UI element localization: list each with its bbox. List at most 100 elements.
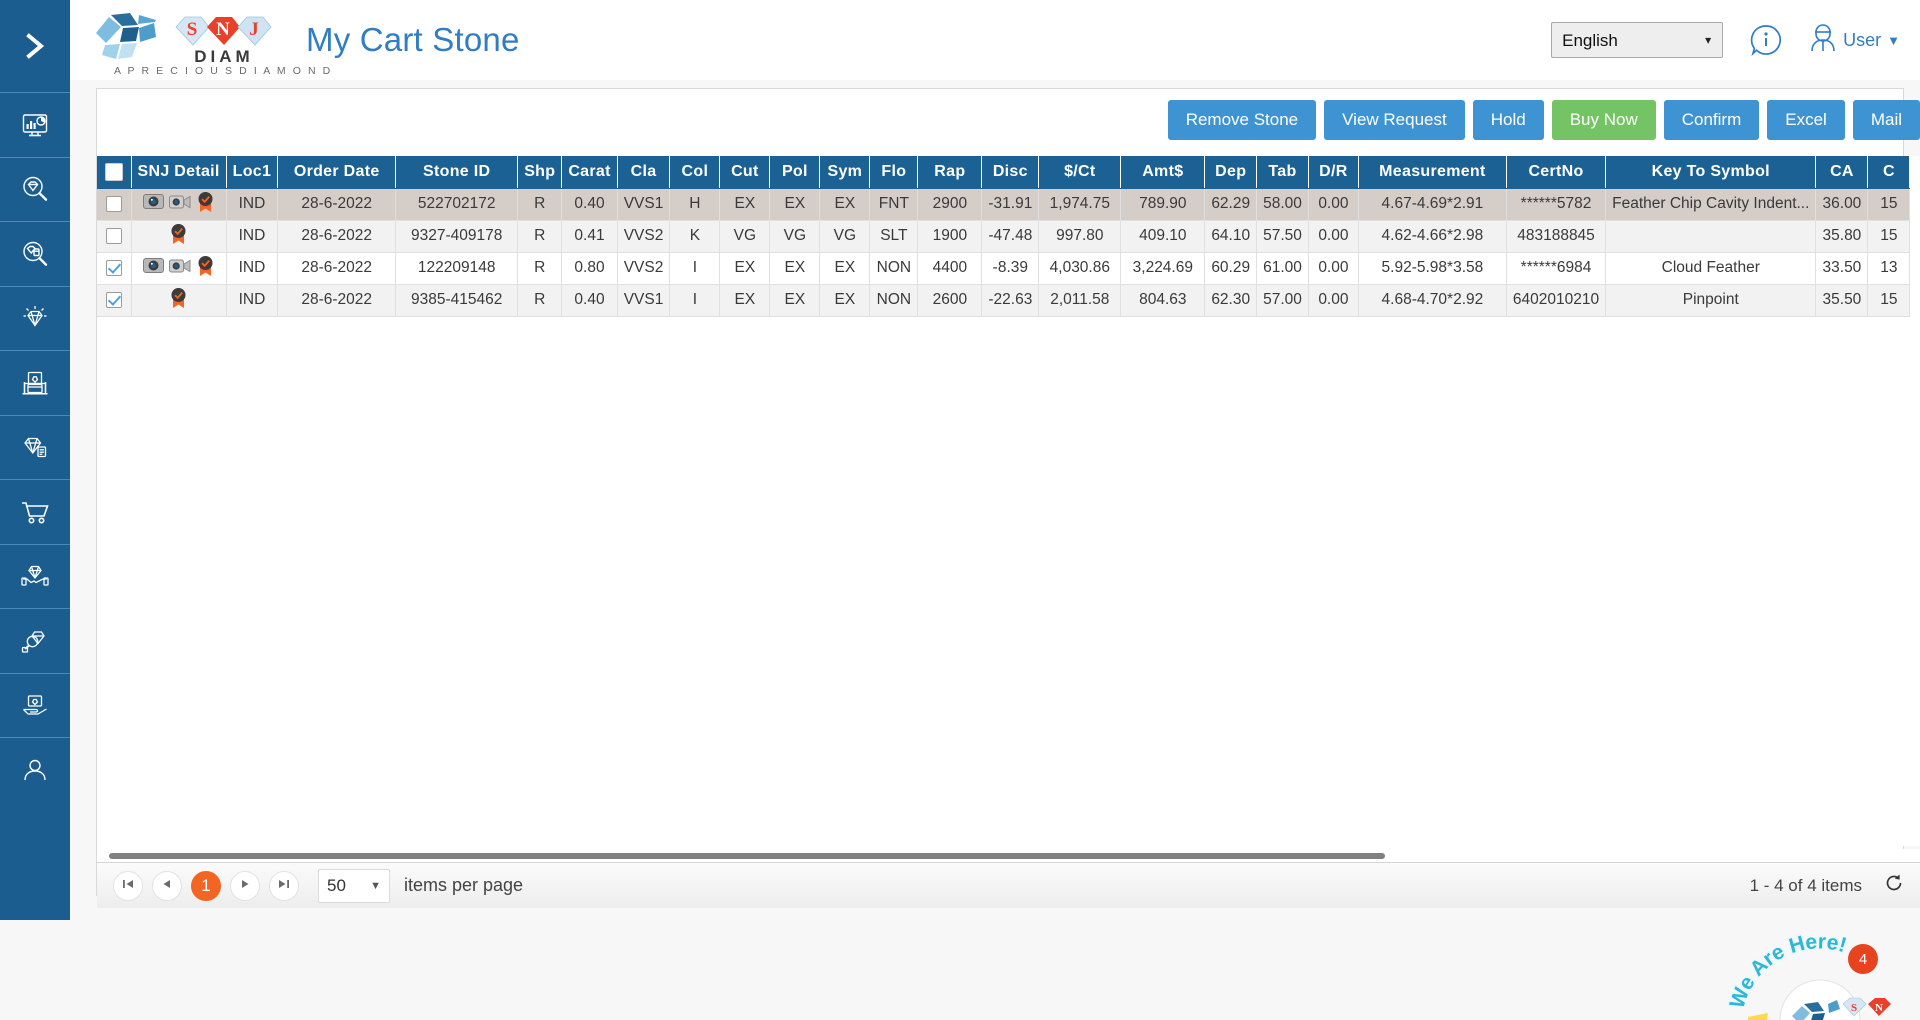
col-certno[interactable]: CertNo (1506, 156, 1607, 189)
col-per-ct[interactable]: $/Ct (1038, 156, 1122, 189)
cell-stone-id[interactable]: 9327-409178 (395, 220, 519, 253)
stone-grid-container: SNJ Detail Loc1 Order Date Stone ID Shp … (97, 156, 1920, 846)
first-page-button[interactable] (113, 870, 143, 901)
col-disc[interactable]: Disc (981, 156, 1040, 189)
col-sym[interactable]: Sym (819, 156, 871, 189)
user-avatar-icon (1809, 23, 1837, 58)
cell-per-ct: 1,974.75 (1038, 188, 1122, 221)
page-1-button[interactable]: 1 (191, 870, 221, 901)
sidebar-item-deal-of-day[interactable] (0, 543, 70, 609)
col-ca[interactable]: CA (1815, 156, 1869, 189)
col-pol[interactable]: Pol (769, 156, 821, 189)
cell-stone-id[interactable]: 122209148 (395, 252, 519, 285)
sidebar-item-profile[interactable] (0, 737, 70, 802)
prev-page-button[interactable] (152, 870, 182, 901)
col-cut[interactable]: Cut (719, 156, 771, 189)
sidebar-item-search-fancy[interactable] (0, 221, 70, 286)
dashboard-chart-icon (21, 111, 49, 139)
page-size-select[interactable]: 50 ▼ (318, 868, 390, 903)
language-select[interactable]: English (1551, 22, 1724, 58)
table-row[interactable]: IND 28-6-2022 9385-415462 R 0.40 VVS1 I … (97, 284, 1911, 317)
mail-button[interactable]: Mail (1852, 100, 1920, 140)
cell-certno: 6402010210 (1506, 284, 1607, 317)
col-measurement[interactable]: Measurement (1358, 156, 1507, 189)
remove-stone-button[interactable]: Remove Stone (1167, 100, 1317, 140)
col-tab[interactable]: Tab (1256, 156, 1309, 189)
certificate-ribbon-icon[interactable] (196, 255, 215, 282)
col-key-to-symbol[interactable]: Key To Symbol (1605, 156, 1817, 189)
col-rap[interactable]: Rap (917, 156, 983, 189)
last-page-button[interactable] (269, 870, 299, 901)
select-all-header[interactable] (97, 156, 132, 189)
camera-icon[interactable] (142, 193, 164, 215)
select-all-checkbox[interactable] (104, 162, 123, 181)
video-icon[interactable] (168, 258, 191, 279)
col-dep[interactable]: Dep (1204, 156, 1258, 189)
refresh-button[interactable] (1884, 873, 1904, 898)
hold-button[interactable]: Hold (1472, 100, 1544, 140)
certificate-ribbon-icon[interactable] (169, 223, 188, 250)
excel-button[interactable]: Excel (1767, 100, 1845, 140)
row-select-cell[interactable] (97, 252, 132, 285)
col-cla[interactable]: Cla (617, 156, 671, 189)
sidebar-item-enquiry[interactable] (0, 608, 70, 673)
row-media-cell[interactable] (131, 220, 227, 253)
cell-stone-id[interactable]: 9385-415462 (395, 284, 519, 317)
scrollbar-thumb[interactable] (109, 853, 1385, 859)
cell-flo: FNT (869, 188, 919, 221)
col-dr[interactable]: D/R (1308, 156, 1359, 189)
item-count-label: 1 - 4 of 4 items (1749, 875, 1862, 895)
sidebar-item-my-cart[interactable] (0, 479, 70, 544)
col-flo[interactable]: Flo (869, 156, 919, 189)
sidebar-item-offer[interactable] (0, 672, 70, 738)
col-shp[interactable]: Shp (517, 156, 563, 189)
widget-badge[interactable]: 4 (1848, 944, 1878, 974)
col-col[interactable]: Col (669, 156, 721, 189)
we-are-here-widget[interactable]: We Are Here! S N 4 (1724, 912, 1914, 1020)
row-select-cell[interactable] (97, 284, 132, 317)
app-root: S N J DIAM A P R E C I O U S D I A M O N… (0, 0, 1920, 1020)
row-media-cell[interactable] (131, 284, 227, 317)
cell-col: I (669, 252, 721, 285)
table-row[interactable]: IND 28-6-2022 9327-409178 R 0.41 VVS2 K … (97, 220, 1911, 253)
col-c[interactable]: C (1867, 156, 1911, 189)
sidebar-item-dashboard[interactable] (0, 92, 70, 157)
next-page-button[interactable] (230, 870, 260, 901)
col-amt[interactable]: Amt$ (1120, 156, 1206, 189)
row-select-cell[interactable] (97, 188, 132, 221)
row-checkbox[interactable] (105, 227, 122, 244)
row-checkbox[interactable] (105, 259, 122, 276)
table-row[interactable]: IND 28-6-2022 522702172 R 0.40 VVS1 H EX… (97, 188, 1911, 221)
col-loc1[interactable]: Loc1 (226, 156, 279, 189)
user-menu[interactable]: User ▼ (1809, 23, 1900, 58)
sidebar-toggle[interactable] (0, 0, 70, 92)
grid-horizontal-scrollbar[interactable] (97, 849, 1920, 863)
certificate-ribbon-icon[interactable] (169, 287, 188, 314)
cell-flo: NON (869, 252, 919, 285)
cell-pol: EX (769, 188, 821, 221)
video-icon[interactable] (168, 194, 191, 215)
sidebar-item-new-arrival[interactable] (0, 285, 70, 351)
view-request-button[interactable]: View Request (1324, 100, 1465, 140)
row-checkbox[interactable] (105, 291, 122, 308)
col-snj-detail[interactable]: SNJ Detail (131, 156, 227, 189)
row-checkbox[interactable] (105, 195, 122, 212)
sidebar-item-search-diamond[interactable] (0, 156, 70, 222)
confirm-button[interactable]: Confirm (1663, 100, 1760, 140)
row-select-cell[interactable] (97, 220, 132, 253)
sidebar-item-auction[interactable] (0, 350, 70, 415)
sidebar-item-best-deal[interactable] (0, 414, 70, 480)
col-carat[interactable]: Carat (561, 156, 618, 189)
buy-now-button[interactable]: Buy Now (1551, 100, 1656, 140)
cell-amt: 409.10 (1120, 220, 1206, 253)
cell-cut: EX (719, 284, 771, 317)
row-media-cell[interactable] (131, 188, 227, 221)
camera-icon[interactable] (142, 257, 164, 279)
col-stone-id[interactable]: Stone ID (395, 156, 519, 189)
cell-stone-id[interactable]: 522702172 (395, 188, 519, 221)
col-order-date[interactable]: Order Date (277, 156, 397, 189)
certificate-ribbon-icon[interactable] (196, 191, 215, 218)
info-icon[interactable] (1749, 23, 1783, 57)
row-media-cell[interactable] (131, 252, 227, 285)
table-row[interactable]: IND 28-6-2022 122209148 R 0.80 VVS2 I EX… (97, 252, 1911, 285)
